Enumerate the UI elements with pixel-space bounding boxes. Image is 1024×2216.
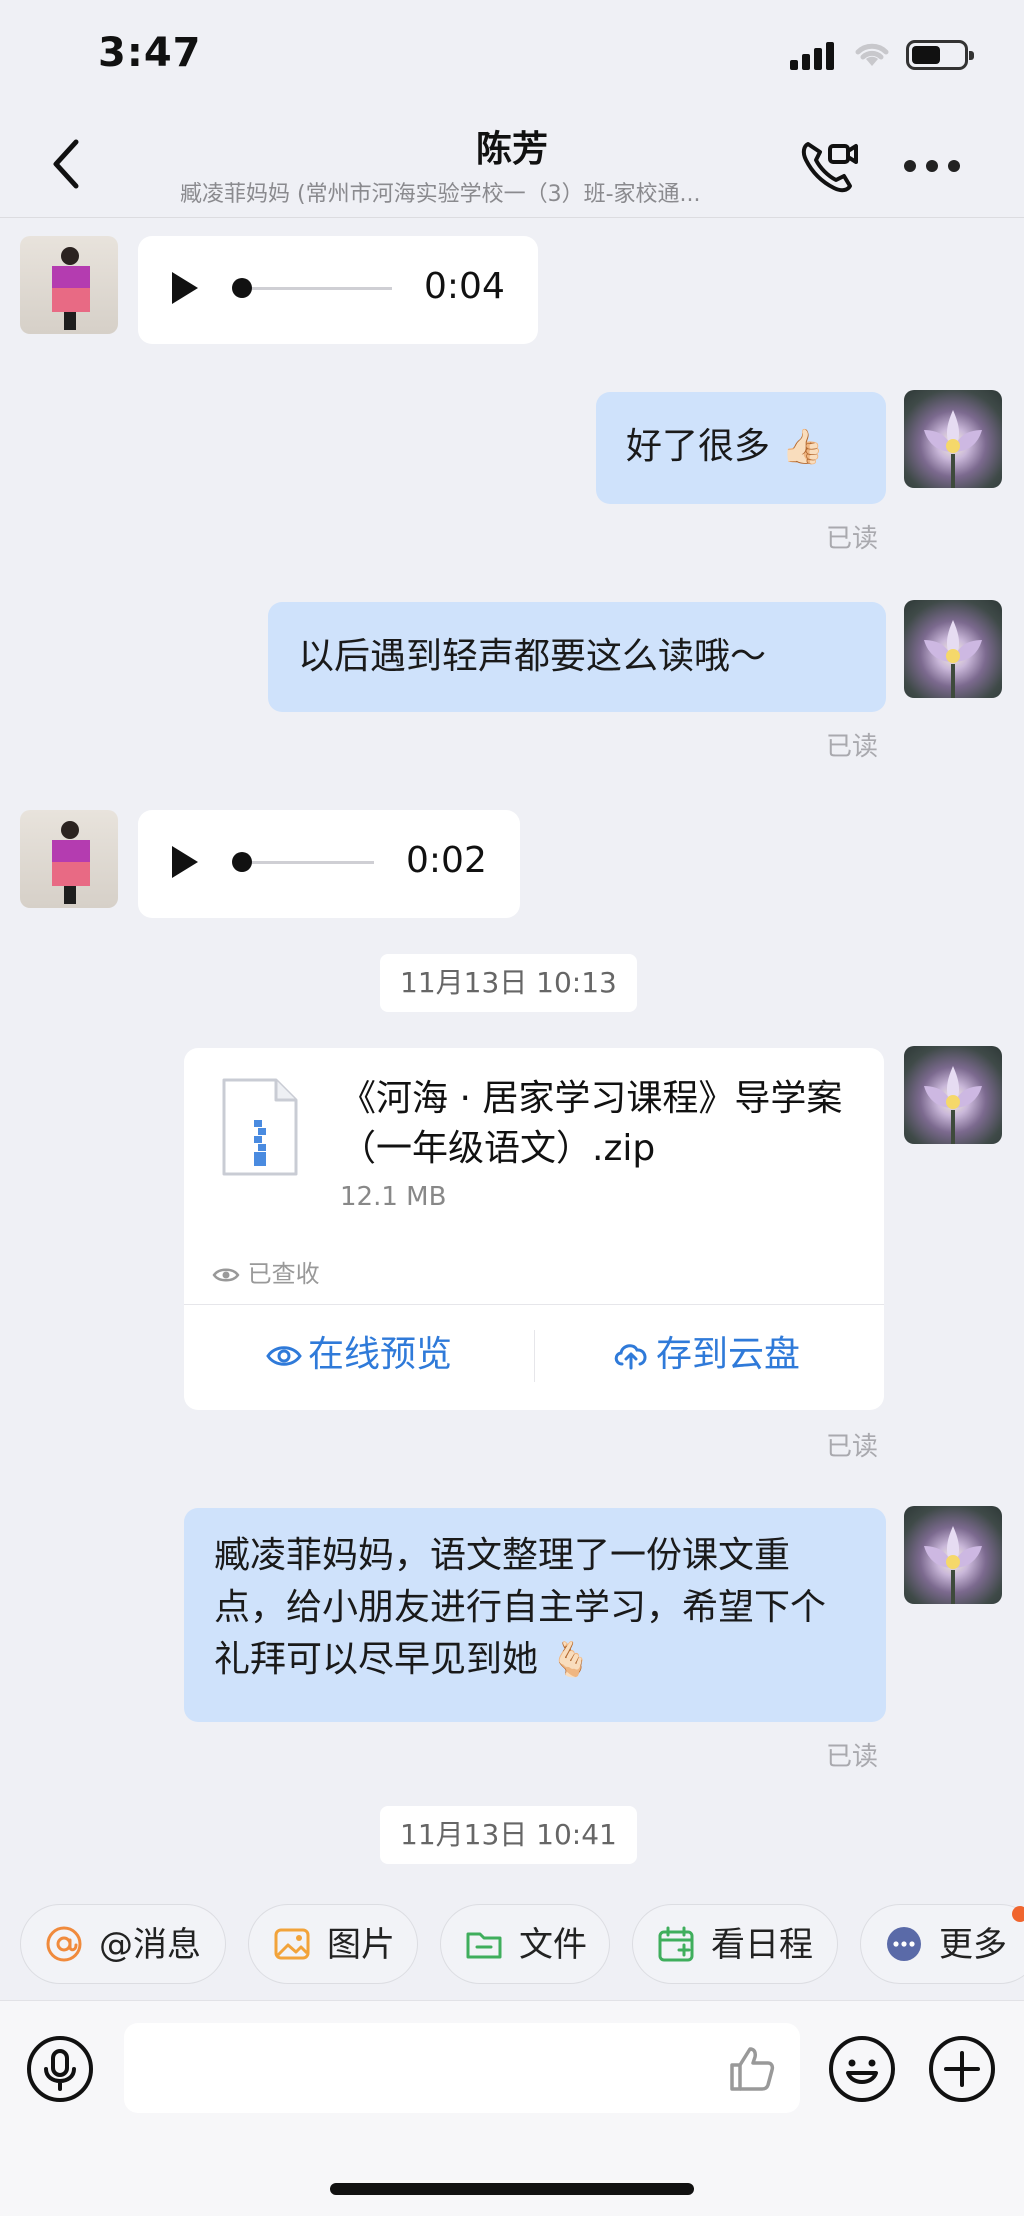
- cloud-upload-icon: [614, 1344, 647, 1370]
- divider: [184, 1304, 884, 1305]
- status-bar: 3:47: [0, 0, 1024, 110]
- my-avatar[interactable]: [904, 1506, 1002, 1604]
- thumbs-up-icon[interactable]: [726, 2043, 776, 2093]
- eye-icon: [266, 1346, 302, 1366]
- play-icon[interactable]: [172, 846, 198, 878]
- zip-file-icon: [222, 1078, 298, 1176]
- chat-subtitle: 臧凌菲妈妈 (常州市河海实验学校一（3）班-家校通...: [180, 182, 701, 207]
- read-status: 已读: [826, 524, 879, 554]
- message-bubble-outgoing[interactable]: 以后遇到轻声都要这么读哦～: [268, 602, 886, 712]
- at-message-chip[interactable]: @消息: [20, 1904, 226, 1984]
- file-name: 《河海 · 居家学习课程》导学案（一年级语文）.zip: [340, 1078, 843, 1169]
- voice-progress-track[interactable]: [252, 861, 374, 864]
- message-bubble-outgoing[interactable]: 好了很多 👍🏻: [596, 392, 886, 504]
- folder-icon: [466, 1932, 502, 1959]
- home-indicator: [330, 2183, 694, 2195]
- plus-icon[interactable]: [928, 2035, 996, 2103]
- play-icon[interactable]: [172, 272, 198, 304]
- voice-message-incoming[interactable]: 0:02: [138, 810, 520, 918]
- message-input[interactable]: [124, 2023, 800, 2113]
- eye-icon: [212, 1268, 240, 1282]
- read-status: 已读: [826, 1742, 879, 1772]
- input-bar: [0, 2000, 1024, 2216]
- timestamp: 11月13日 10:13: [380, 954, 637, 1012]
- voice-progress-track[interactable]: [252, 287, 392, 290]
- preview-online-button[interactable]: 在线预览: [266, 1328, 452, 1382]
- chat-title: 陈芳: [475, 129, 548, 170]
- notification-dot: [1012, 1906, 1024, 1922]
- message-text: 以后遇到轻声都要这么读哦～: [298, 636, 767, 677]
- my-avatar[interactable]: [904, 600, 1002, 698]
- quick-action-bar: @消息 图片 文件 看日程 更多: [0, 1900, 1024, 1992]
- voice-input-icon[interactable]: [26, 2035, 94, 2103]
- voice-progress-knob[interactable]: [232, 278, 252, 298]
- message-bubble-outgoing[interactable]: 臧凌菲妈妈，语文整理了一份课文重点，给小朋友进行自主学习，希望下个礼拜可以尽早见…: [184, 1508, 886, 1722]
- chat-header: 陈芳 臧凌菲妈妈 (常州市河海实验学校一（3）班-家校通...: [0, 110, 1024, 218]
- message-text: 臧凌菲妈妈，语文整理了一份课文重点，给小朋友进行自主学习，希望下个礼拜可以尽早见…: [214, 1535, 827, 1680]
- file-message-card[interactable]: 《河海 · 居家学习课程》导学案（一年级语文）.zip 12.1 MB 已查收 …: [184, 1048, 884, 1410]
- voice-message-incoming[interactable]: 0:04: [138, 236, 538, 344]
- voice-duration: 0:04: [424, 266, 505, 307]
- my-avatar[interactable]: [904, 390, 1002, 488]
- voice-duration: 0:02: [406, 840, 487, 881]
- contact-avatar[interactable]: [20, 236, 118, 334]
- more-circle-icon: [887, 1927, 921, 1961]
- battery-icon: [906, 40, 974, 70]
- calendar-chip[interactable]: 看日程: [632, 1904, 838, 1984]
- calendar-icon: [658, 1926, 694, 1962]
- status-time: 3:47: [98, 30, 202, 76]
- wifi-icon: [855, 43, 889, 66]
- read-status: 已读: [826, 1432, 879, 1462]
- message-text: 好了很多: [626, 426, 771, 467]
- my-avatar[interactable]: [904, 1046, 1002, 1144]
- at-icon: [46, 1926, 82, 1962]
- voice-progress-knob[interactable]: [232, 852, 252, 872]
- finger-heart-emoji: 🫰🏻: [549, 1640, 592, 1680]
- save-to-cloud-button[interactable]: 存到云盘: [612, 1328, 800, 1382]
- emoji-icon[interactable]: [828, 2035, 896, 2103]
- more-chip[interactable]: 更多: [860, 1904, 1024, 1984]
- contact-avatar[interactable]: [20, 810, 118, 908]
- file-chip[interactable]: 文件: [440, 1904, 610, 1984]
- timestamp: 11月13日 10:41: [380, 1806, 637, 1864]
- call-icon[interactable]: [798, 136, 860, 194]
- divider: [534, 1330, 535, 1382]
- read-status: 已读: [826, 732, 879, 762]
- image-chip[interactable]: 图片: [248, 1904, 418, 1984]
- file-size: 12.1 MB: [340, 1182, 447, 1212]
- thumbs-up-emoji: 👍🏻: [781, 427, 824, 467]
- image-icon: [274, 1928, 310, 1960]
- cellular-signal-icon: [790, 42, 838, 70]
- more-options-icon[interactable]: [904, 160, 960, 172]
- file-received-status: 已查收: [212, 1254, 320, 1289]
